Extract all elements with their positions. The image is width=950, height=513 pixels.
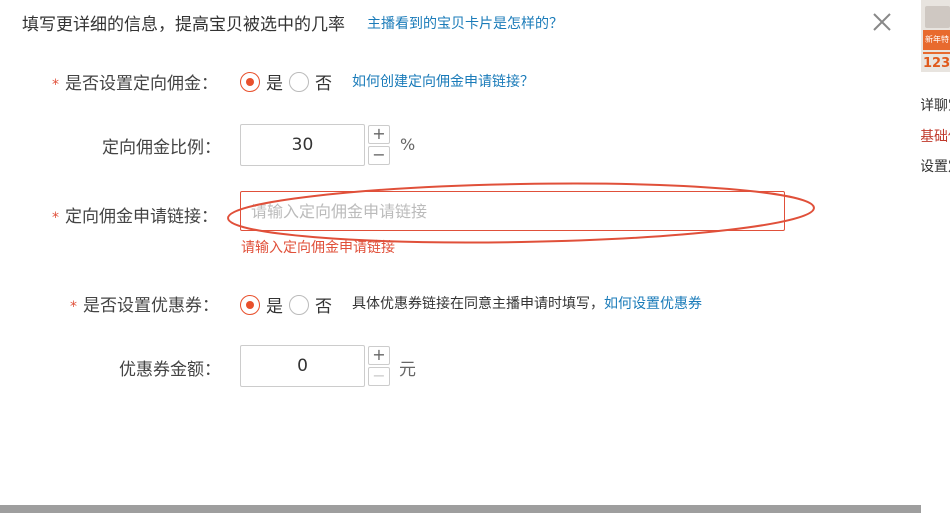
coupon-no-radio[interactable] <box>289 294 309 315</box>
commission-yes-label[interactable]: 是 <box>266 69 283 94</box>
thumbnail-number: 123 <box>923 52 950 72</box>
ratio-unit: % <box>400 135 416 154</box>
coupon-amount-decrement-button[interactable]: − <box>368 367 390 386</box>
coupon-amount-increment-button[interactable]: + <box>368 346 390 365</box>
commission-no-radio[interactable] <box>289 71 309 92</box>
coupon-yes-radio[interactable] <box>240 294 260 315</box>
coupon-no-label[interactable]: 否 <box>315 292 332 317</box>
coupon-yes-label[interactable]: 是 <box>266 292 283 317</box>
background-text-3: 设置定 <box>921 159 950 175</box>
coupon-amount-label: 优惠券金额： <box>119 360 221 380</box>
thumbnail-promo-text: 新年特 <box>923 30 950 50</box>
required-mark: * <box>52 77 59 93</box>
background-bottom-strip <box>0 505 921 513</box>
apply-link-error: 请输入定向佣金申请链接 <box>241 240 395 256</box>
commission-radio-group: 是 否 <box>240 69 338 94</box>
ratio-label: 定向佣金比例： <box>102 138 221 158</box>
coupon-label: * 是否设置优惠券： <box>70 296 219 316</box>
apply-link-input[interactable] <box>240 191 785 231</box>
coupon-amount-input[interactable]: 0 <box>240 345 365 387</box>
ratio-input[interactable]: 30 <box>240 124 365 166</box>
ratio-decrement-button[interactable]: − <box>368 146 390 165</box>
ratio-increment-button[interactable]: + <box>368 125 390 144</box>
commission-label: * 是否设置定向佣金： <box>52 74 218 94</box>
commission-yes-radio[interactable] <box>240 71 260 92</box>
close-button[interactable] <box>868 8 896 36</box>
card-preview-link[interactable]: 主播看到的宝贝卡片是怎样的？ <box>367 13 563 33</box>
apply-link-label: * 定向佣金申请链接： <box>52 207 218 227</box>
coupon-radio-group: 是 否 <box>240 292 338 317</box>
thumbnail-image <box>925 6 950 28</box>
background-page: 新年特 123 详聊宝 基础佣 设置定 <box>921 0 950 513</box>
detail-info-dialog: 填写更详细的信息，提高宝贝被选中的几率 主播看到的宝贝卡片是怎样的？ * 是否设置… <box>0 0 921 505</box>
commission-no-label[interactable]: 否 <box>315 69 332 94</box>
background-text-1: 详聊宝 <box>921 98 950 114</box>
dialog-title: 填写更详细的信息，提高宝贝被选中的几率 <box>22 15 345 35</box>
coupon-amount-unit: 元 <box>399 360 416 380</box>
required-mark: * <box>52 210 59 226</box>
coupon-help-text: 具体优惠券链接在同意主播申请时填写，如何设置优惠券 <box>352 296 702 312</box>
background-product-thumbnail: 新年特 123 <box>921 0 950 72</box>
background-text-2: 基础佣 <box>921 129 950 145</box>
commission-help-link[interactable]: 如何创建定向佣金申请链接？ <box>352 71 534 91</box>
required-mark: * <box>70 299 77 315</box>
coupon-help-link[interactable]: 如何设置优惠券 <box>604 296 702 312</box>
close-icon <box>873 13 891 31</box>
